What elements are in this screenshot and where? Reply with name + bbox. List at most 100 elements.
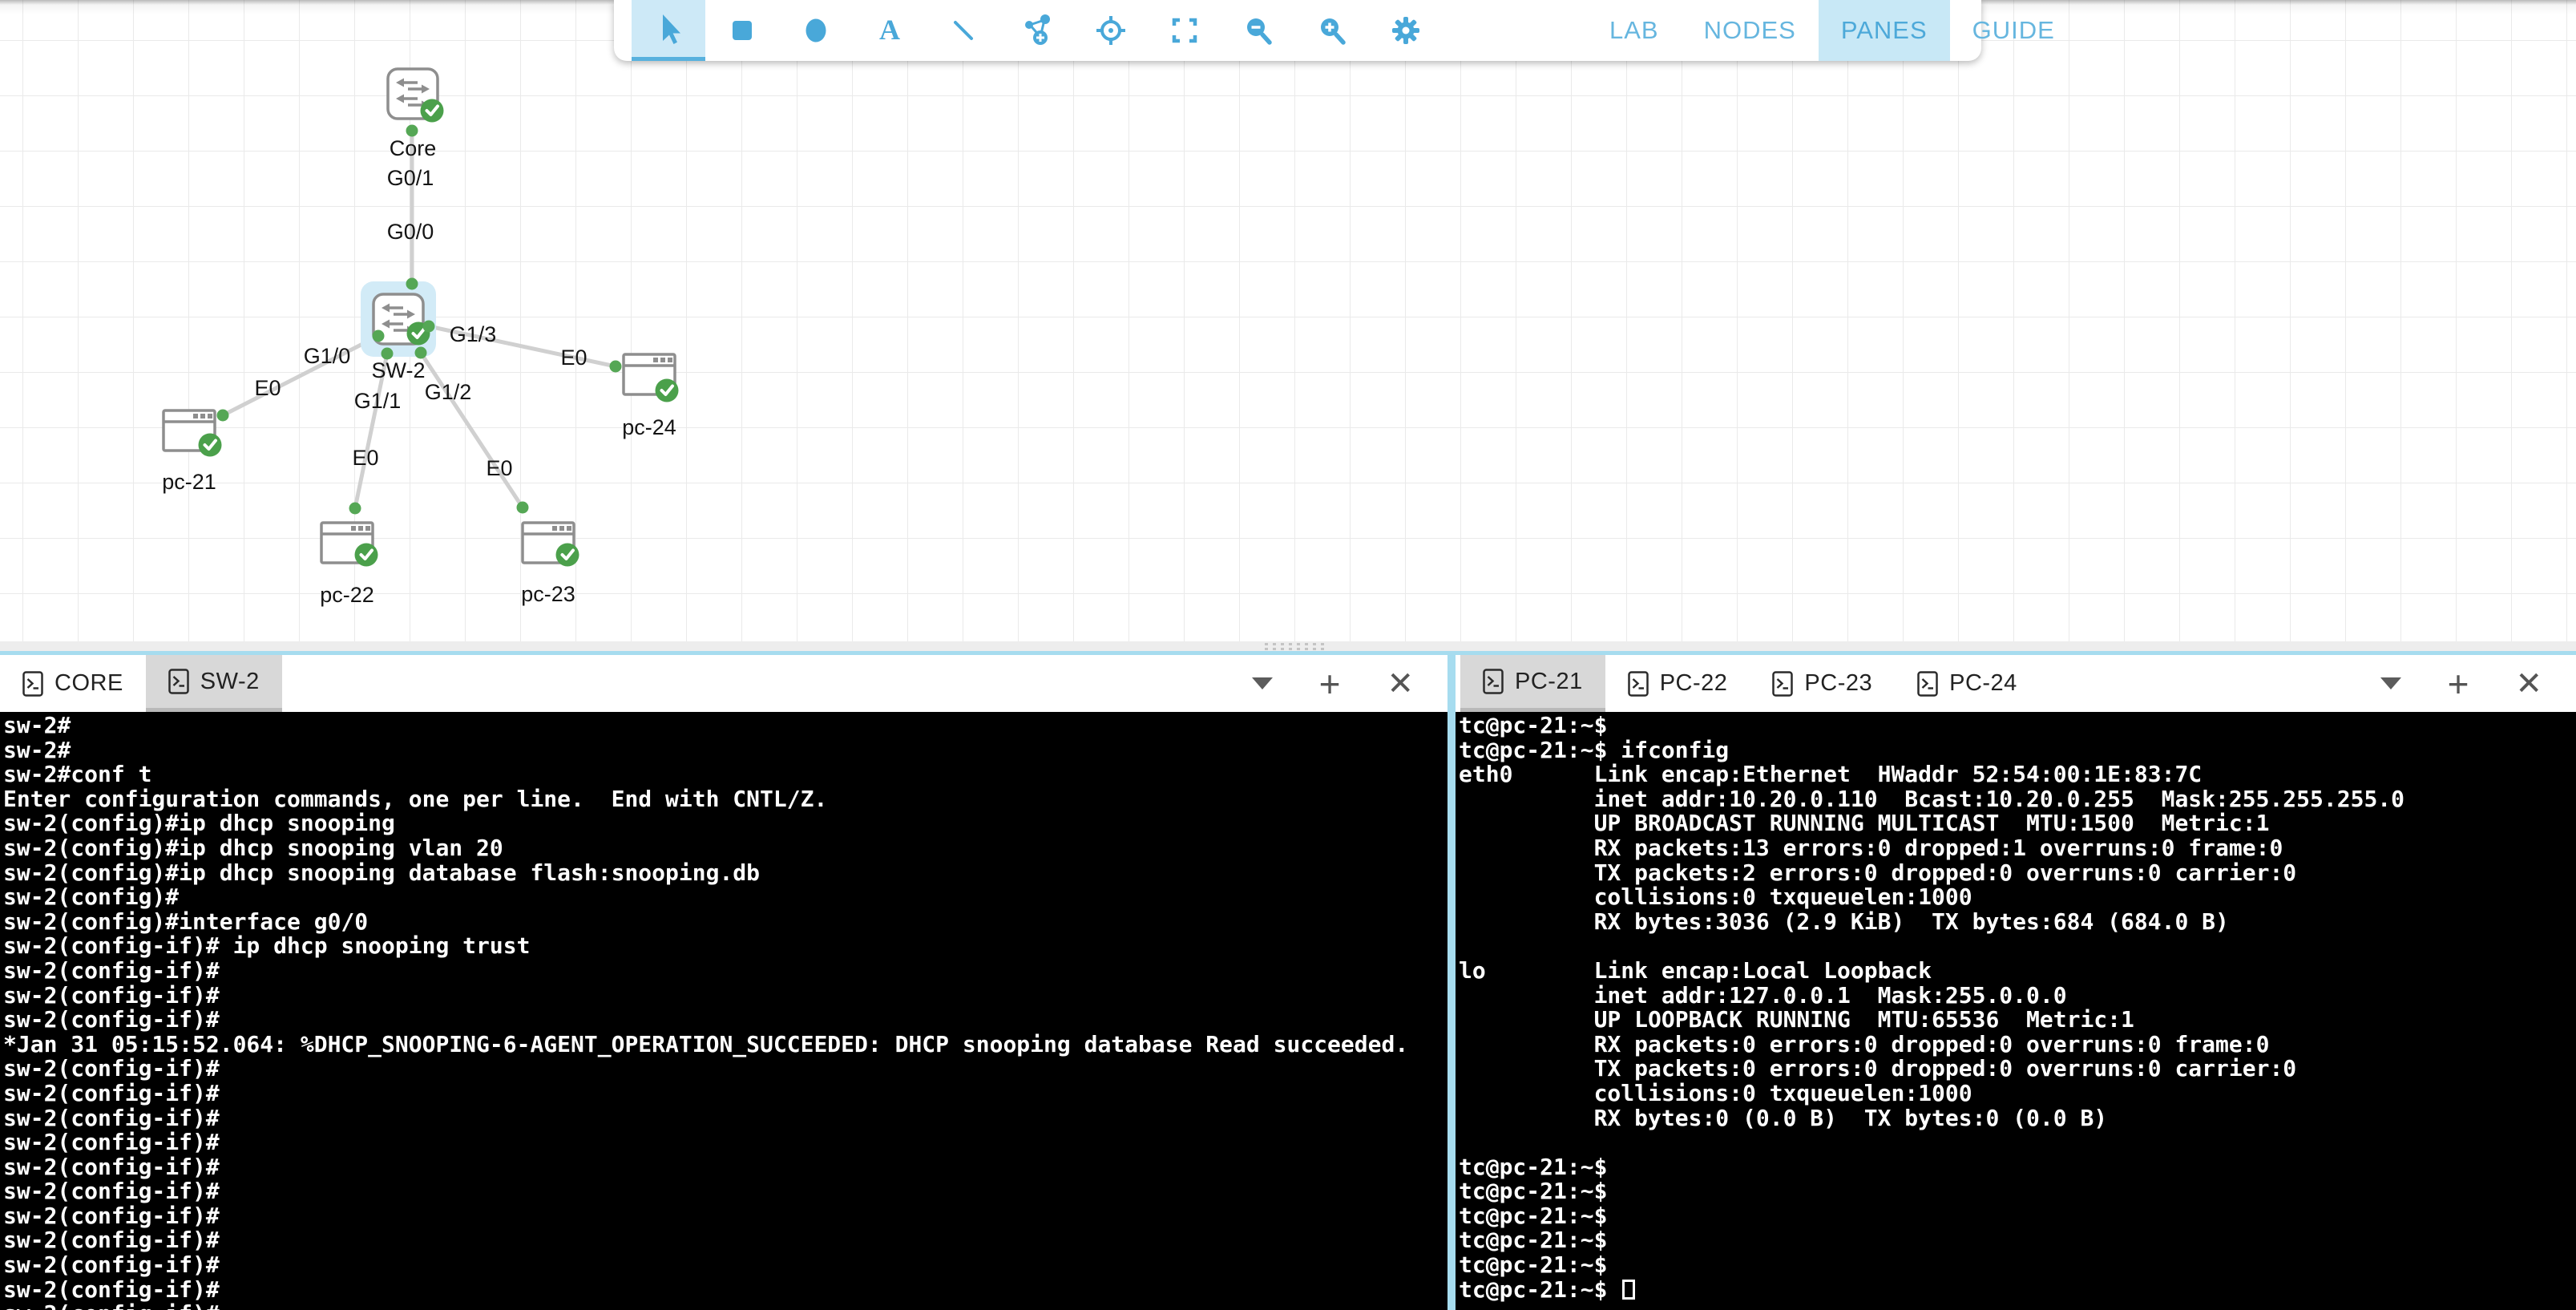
terminal-line: tc@pc-21:~$ [1459, 714, 2576, 738]
terminal-icon [1772, 671, 1793, 697]
terminal-panes: CORE SW-2 + ✕ sw-2#sw-2#sw-2#conf tEnter… [0, 655, 2576, 1310]
add-terminal-button[interactable]: + [2448, 665, 2469, 702]
link-endpoint-dot [517, 502, 529, 514]
close-pane-button[interactable]: ✕ [1387, 668, 1414, 700]
topology-link[interactable] [421, 353, 523, 507]
terminal-line: sw-2(config-if)# [3, 1130, 1447, 1155]
settings-tool-button[interactable] [1369, 0, 1443, 61]
switch-terminal-output[interactable]: sw-2#sw-2#sw-2#conf tEnter configuration… [0, 712, 1447, 1310]
terminal-tab-label: PC-23 [1804, 670, 1872, 697]
terminal-tab-pc-24[interactable]: PC-24 [1895, 655, 2040, 712]
node-label: pc-24 [622, 415, 676, 439]
terminal-icon [1917, 671, 1938, 697]
right-pane-tabbar: PC-21 PC-22 PC-23 PC-24 + ✕ [1456, 655, 2576, 712]
nav-tab-guide[interactable]: GUIDE [1950, 0, 2077, 61]
app-window: Core SW-2 pc-21 pc-22 [0, 0, 2576, 1310]
terminal-line: sw-2(config-if)# [3, 1179, 1447, 1204]
terminal-line: tc@pc-21:~$ [1459, 1253, 2576, 1278]
interface-label: E0 [486, 456, 512, 480]
terminal-line: sw-2# [3, 714, 1447, 738]
square-icon [725, 13, 760, 48]
splitter-drag-handle[interactable] [1265, 643, 1329, 650]
nav-tab-panes[interactable]: PANES [1819, 0, 1950, 61]
terminal-tab-label: SW-2 [200, 669, 260, 695]
target-tool-button[interactable] [1074, 0, 1148, 61]
zoom-in-tool-button[interactable] [1295, 0, 1369, 61]
topology-svg: Core SW-2 pc-21 pc-22 [0, 0, 2576, 641]
terminal-icon [1628, 671, 1649, 697]
left-terminal-pane: CORE SW-2 + ✕ sw-2#sw-2#sw-2#conf tEnter… [0, 655, 1447, 1310]
link-nodes-icon [1019, 13, 1055, 48]
terminal-tab-label: CORE [55, 670, 123, 697]
terminal-icon [168, 669, 189, 694]
nav-tab-nodes[interactable]: NODES [1682, 0, 1819, 61]
ellipse-tool-button[interactable] [779, 0, 853, 61]
terminal-line: tc@pc-21:~$ ifconfig [1459, 738, 2576, 763]
pane-vertical-divider[interactable] [1447, 655, 1456, 1310]
drawing-toolbar: A [614, 0, 1981, 61]
text-tool-button[interactable]: A [853, 0, 927, 61]
terminal-line: tc@pc-21:~$ [1459, 1155, 2576, 1180]
interface-label: G1/3 [450, 322, 497, 346]
terminal-tab-sw-2[interactable]: SW-2 [146, 655, 282, 712]
terminal-line: sw-2(config)#interface g0/0 [3, 910, 1447, 935]
terminal-line: TX packets:2 errors:0 dropped:0 overruns… [1459, 861, 2576, 886]
right-terminal-pane: PC-21 PC-22 PC-23 PC-24 + ✕ tc@pc-21:~$t… [1456, 655, 2576, 1310]
topology-canvas[interactable]: Core SW-2 pc-21 pc-22 [0, 0, 2576, 641]
terminal-line: tc@pc-21:~$ [1459, 1204, 2576, 1229]
zoom-out-icon [1241, 13, 1276, 48]
interface-label: G1/0 [304, 344, 351, 368]
terminal-line: sw-2(config-if)# [3, 1253, 1447, 1278]
terminal-tab-pc-21[interactable]: PC-21 [1460, 655, 1605, 712]
interface-label: E0 [560, 346, 587, 370]
zoom-out-tool-button[interactable] [1221, 0, 1295, 61]
interface-label: G0/1 [387, 166, 434, 190]
terminal-icon [22, 671, 43, 697]
terminal-line: Enter configuration commands, one per li… [3, 787, 1447, 812]
fullscreen-icon [1167, 13, 1202, 48]
left-pane-tabbar: CORE SW-2 + ✕ [0, 655, 1447, 712]
terminal-tab-label: PC-21 [1515, 669, 1583, 695]
add-link-tool-button[interactable] [1000, 0, 1074, 61]
horizontal-splitter[interactable] [0, 641, 2576, 651]
interface-label: E0 [254, 376, 281, 400]
right-pane-controls: + ✕ [2380, 655, 2576, 712]
zoom-in-icon [1314, 13, 1350, 48]
terminal-line: sw-2(config-if)# [3, 1155, 1447, 1180]
link-endpoint-dot [406, 125, 418, 137]
fullscreen-tool-button[interactable] [1148, 0, 1221, 61]
terminal-tab-pc-23[interactable]: PC-23 [1750, 655, 1895, 712]
status-ok-badge [355, 544, 378, 567]
close-pane-button[interactable]: ✕ [2515, 668, 2542, 700]
pane-menu-caret-icon[interactable] [1252, 677, 1273, 689]
rectangle-tool-button[interactable] [705, 0, 779, 61]
pane-menu-caret-icon[interactable] [2380, 677, 2401, 689]
terminal-line: RX bytes:0 (0.0 B) TX bytes:0 (0.0 B) [1459, 1106, 2576, 1131]
terminal-tab-core[interactable]: CORE [0, 655, 146, 712]
select-tool-button[interactable] [632, 0, 705, 61]
left-pane-tabs: CORE SW-2 [0, 655, 282, 712]
link-endpoint-dot [217, 410, 229, 422]
line-tool-button[interactable] [927, 0, 1000, 61]
terminal-line: RX packets:13 errors:0 dropped:1 overrun… [1459, 836, 2576, 861]
interface-label: G1/2 [425, 380, 472, 404]
terminal-line: inet addr:10.20.0.110 Bcast:10.20.0.255 … [1459, 787, 2576, 812]
line-icon [946, 13, 981, 48]
left-pane-controls: + ✕ [1252, 655, 1447, 712]
node-label: pc-21 [162, 470, 216, 494]
cursor-icon [651, 11, 686, 46]
add-terminal-button[interactable]: + [1319, 665, 1341, 702]
interface-label: E0 [352, 446, 378, 470]
status-ok-badge [656, 379, 679, 402]
terminal-line [1459, 934, 2576, 959]
nav-tab-lab[interactable]: LAB [1587, 0, 1682, 61]
terminal-line: *Jan 31 05:15:52.064: %DHCP_SNOOPING-6-A… [3, 1033, 1447, 1057]
terminal-tab-pc-22[interactable]: PC-22 [1605, 655, 1750, 712]
terminal-line: sw-2(config-if)# ip dhcp snooping trust [3, 934, 1447, 959]
terminal-line: sw-2(config)#ip dhcp snooping database f… [3, 861, 1447, 886]
text-icon: A [872, 13, 907, 48]
pc-terminal-output[interactable]: tc@pc-21:~$tc@pc-21:~$ ifconfigeth0 Link… [1456, 712, 2576, 1310]
link-endpoint-dot [415, 347, 427, 359]
terminal-line: sw-2(config-if)# [3, 1278, 1447, 1303]
node-label: pc-22 [320, 583, 374, 607]
